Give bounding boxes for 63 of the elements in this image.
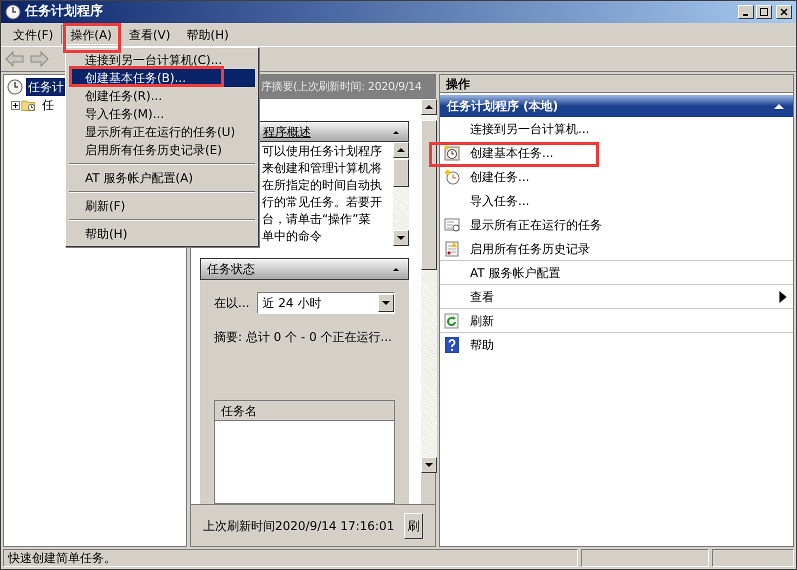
action-link[interactable]: 导入任务... <box>468 192 532 210</box>
menu-item[interactable]: 创建任务(R)... <box>69 87 255 105</box>
summary-text: 摘要: 总计 0 个 - 0 个正在运行... <box>214 329 393 346</box>
collapse-arrow-icon[interactable] <box>773 102 785 110</box>
action-link[interactable]: 查看 <box>468 288 496 306</box>
clock-icon <box>7 79 23 95</box>
menu-item[interactable]: 导入任务(M)... <box>69 105 255 123</box>
menu-item[interactable]: AT 服务帐户配置(A) <box>69 169 255 187</box>
clock-icon <box>5 4 21 20</box>
task-list-icon <box>444 217 460 233</box>
minimize-button[interactable] <box>738 5 754 19</box>
menu-item[interactable]: 帮助(H) <box>69 225 255 243</box>
collapse-arrow-icon[interactable] <box>392 265 400 273</box>
section-title: 程序概述 <box>263 124 311 140</box>
tree-item[interactable]: 任 <box>40 96 56 114</box>
action-link[interactable]: 帮助 <box>468 336 496 354</box>
status-bar: 快速创建简单任务。 <box>3 549 578 567</box>
clock-page-icon <box>444 145 460 161</box>
section-header[interactable]: 任务状态 <box>200 258 410 280</box>
pane-header-text: 序摘要(上次刷新时间: 2020/9/14 <box>261 78 422 95</box>
group-header[interactable]: 任务计划程序 (本地) <box>440 95 793 117</box>
menu-item[interactable]: 连接到另一台计算机(C)... <box>69 51 255 69</box>
last-refresh-text: 上次刷新时间2020/9/14 17:16:01 <box>203 518 394 534</box>
action-link[interactable]: 创建基本任务... <box>468 144 556 162</box>
action-link[interactable]: 创建任务... <box>468 168 532 186</box>
maximize-icon <box>760 8 768 16</box>
refresh-icon <box>444 312 460 328</box>
menu-item[interactable]: 操作(A) <box>61 24 121 44</box>
period-dropdown[interactable]: 近 24 小时 <box>257 292 396 314</box>
expand-icon[interactable] <box>11 100 20 110</box>
action-link[interactable]: 刷新 <box>468 312 496 330</box>
menu-item[interactable]: 启用所有任务历史记录(E) <box>69 141 255 159</box>
close-icon <box>780 8 788 16</box>
menu-item[interactable]: 文件(F) <box>5 24 62 44</box>
up-arrow-icon <box>397 146 406 154</box>
window-title: 任务计划程序 <box>25 2 103 22</box>
submenu-arrow-icon <box>779 290 787 302</box>
action-link[interactable]: AT 服务帐户配置 <box>468 264 562 282</box>
column-header[interactable]: 任务名 <box>215 401 394 421</box>
overview-text: 可以使用任务计划程序 来创建和管理计算机将 在所指定的时间自动执 行的常见任务。若要开 台，请单击“操作”菜 单中的命令 <box>262 143 383 245</box>
group-title: 任务计划程序 (本地) <box>447 98 558 115</box>
action-link[interactable]: 连接到另一台计算机... <box>468 120 592 138</box>
log-book-icon <box>444 240 460 256</box>
down-arrow-icon <box>425 461 434 469</box>
dropdown-arrow-icon <box>382 299 390 307</box>
tree-item[interactable]: 任务计 <box>26 78 66 96</box>
refresh-button[interactable]: 刷 <box>404 512 423 538</box>
annotation-highlight <box>63 23 121 53</box>
menu-item[interactable]: 查看(V) <box>120 24 178 44</box>
action-link[interactable]: 启用所有任务历史记录 <box>468 240 592 258</box>
up-arrow-icon <box>425 103 434 111</box>
section-title: 任务状态 <box>207 261 255 278</box>
help-icon <box>444 337 460 353</box>
action-link[interactable]: 显示所有正在运行的任务 <box>468 216 604 234</box>
menu-item[interactable]: 刷新(F) <box>69 197 255 215</box>
scrollbar[interactable] <box>421 99 438 473</box>
down-arrow-icon <box>397 234 406 242</box>
maximize-button[interactable] <box>756 5 772 19</box>
close-button[interactable] <box>776 5 792 19</box>
menu-item[interactable]: 帮助(H) <box>178 24 237 44</box>
actions-header: 操作 <box>440 75 793 93</box>
scrollbar[interactable] <box>393 142 410 246</box>
period-label: 在以... <box>214 295 250 312</box>
